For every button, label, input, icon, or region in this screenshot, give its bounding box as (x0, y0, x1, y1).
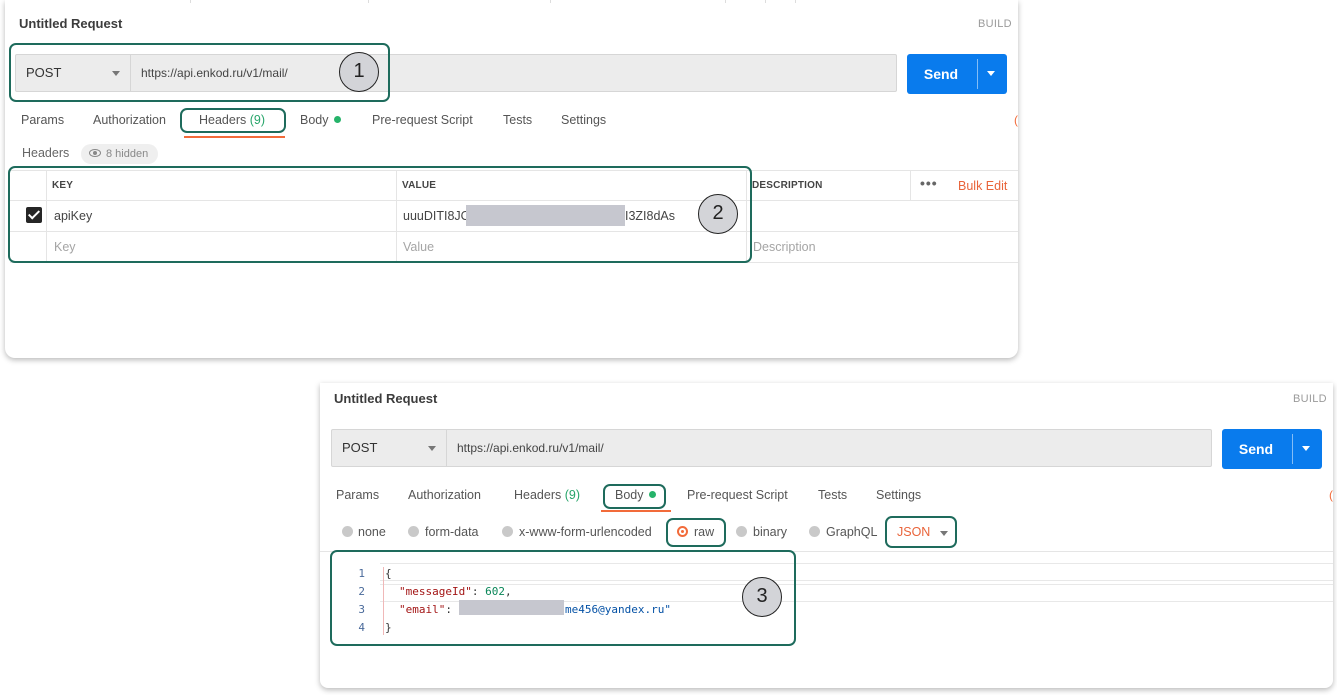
callout-badge-2: 2 (698, 194, 738, 234)
tab-settings[interactable]: Settings (561, 113, 606, 127)
table-col-divider (910, 170, 911, 200)
send-button[interactable]: Send (1222, 429, 1322, 469)
send-label: Send (923, 66, 959, 82)
method-select[interactable]: POST (332, 430, 447, 466)
send-divider (977, 59, 978, 89)
build-mode-label[interactable]: BUILD (978, 18, 1012, 30)
callout-badge-1: 1 (339, 52, 379, 92)
tab-tests[interactable]: Tests (503, 113, 532, 127)
tab-params[interactable]: Params (21, 113, 64, 127)
tab-tests[interactable]: Tests (818, 488, 847, 502)
radio-none[interactable] (342, 526, 353, 537)
active-tab-underline (184, 136, 285, 138)
radio-binary-label[interactable]: binary (753, 525, 787, 539)
bulk-edit-link[interactable]: Bulk Edit (958, 179, 1007, 193)
tab-prerequest-script[interactable]: Pre-request Script (687, 488, 788, 502)
callout-frame-headers-tab (180, 108, 286, 133)
radio-none-label[interactable]: none (358, 525, 386, 539)
hidden-headers-toggle[interactable]: 8 hidden (81, 144, 159, 164)
tab-body-label: Body (300, 113, 329, 127)
tab-authorization[interactable]: Authorization (93, 113, 166, 127)
callout-badge-3: 3 (742, 577, 782, 617)
radio-form-data[interactable] (408, 526, 419, 537)
body-status-dot-icon (333, 116, 341, 123)
callout-frame-url (9, 43, 390, 102)
chevron-down-icon (428, 446, 436, 451)
tab-body[interactable]: Body (300, 113, 341, 127)
column-header-description: DESCRIPTION (752, 180, 823, 191)
url-input[interactable]: https://api.enkod.ru/v1/mail/ (457, 430, 604, 466)
build-mode-label[interactable]: BUILD (1293, 393, 1327, 405)
radio-form-data-label[interactable]: form-data (425, 525, 479, 539)
callout-frame-raw (666, 518, 726, 547)
hidden-headers-label: 8 hidden (106, 148, 149, 160)
radio-urlencoded-label[interactable]: x-www-form-urlencoded (519, 525, 652, 539)
tab-prerequest-script[interactable]: Pre-request Script (372, 113, 473, 127)
method-label: POST (342, 440, 378, 455)
radio-graphql-label[interactable]: GraphQL (826, 525, 877, 539)
tab-params[interactable]: Params (336, 488, 379, 502)
radio-graphql[interactable] (809, 526, 820, 537)
ellipsis-icon[interactable]: ••• (920, 175, 938, 191)
new-header-description-input[interactable]: Description (753, 240, 816, 254)
callout-frame-body-tab (603, 484, 666, 509)
callout-frame-json (885, 516, 957, 548)
cookies-link-icon[interactable]: ( (1014, 113, 1018, 127)
request-title[interactable]: Untitled Request (19, 16, 122, 31)
url-bar: POST https://api.enkod.ru/v1/mail/ (331, 429, 1212, 467)
callout-frame-headers-table (8, 166, 752, 263)
send-divider (1292, 434, 1293, 464)
callout-frame-body-editor (330, 550, 796, 646)
request-title[interactable]: Untitled Request (334, 391, 437, 406)
radio-binary[interactable] (736, 526, 747, 537)
send-button[interactable]: Send (907, 54, 1007, 94)
tab-authorization[interactable]: Authorization (408, 488, 481, 502)
cookies-link-icon[interactable]: ( (1329, 488, 1333, 502)
request-tabstrip (5, 0, 1018, 3)
eye-icon (89, 149, 101, 157)
tab-headers-label: Headers (514, 488, 562, 502)
send-options-chevron-icon[interactable] (987, 71, 995, 76)
send-options-chevron-icon[interactable] (1302, 446, 1310, 451)
headers-section-label: Headers (22, 146, 70, 160)
tab-settings[interactable]: Settings (876, 488, 921, 502)
send-label: Send (1238, 441, 1274, 457)
headers-count: (9) (564, 488, 581, 502)
tab-headers[interactable]: Headers (9) (514, 488, 580, 502)
radio-urlencoded[interactable] (502, 526, 513, 537)
active-tab-underline (601, 510, 671, 512)
